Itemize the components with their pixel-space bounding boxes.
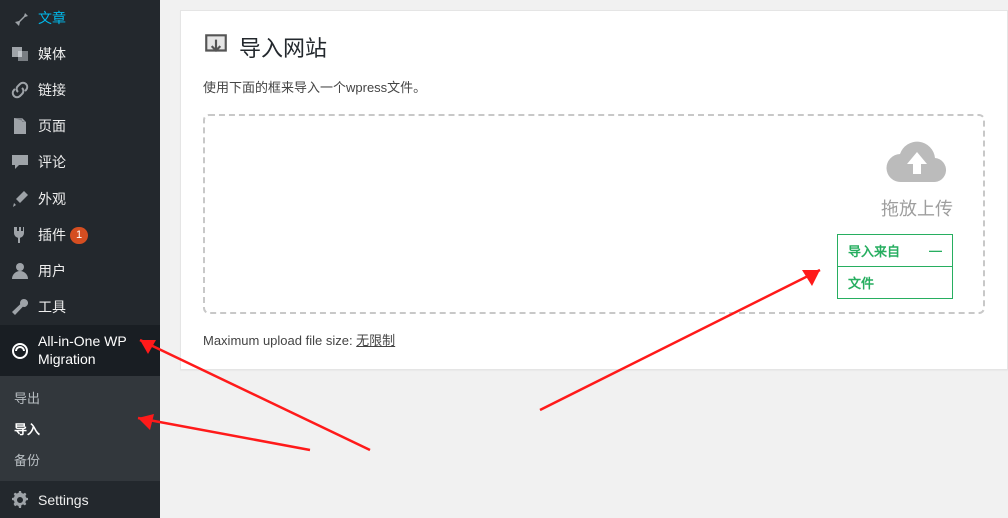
page-title-text: 导入网站 bbox=[239, 31, 327, 63]
import-from-label: 导入来自 bbox=[848, 241, 900, 260]
import-from-toggle[interactable]: 导入来自 — bbox=[838, 235, 952, 267]
sidebar-item-settings[interactable]: Settings bbox=[0, 482, 160, 518]
migration-icon bbox=[10, 341, 30, 361]
dropzone-label: 拖放上传 bbox=[881, 195, 953, 221]
sidebar-item-plugins[interactable]: 插件 1 bbox=[0, 217, 160, 253]
page-icon bbox=[10, 116, 30, 136]
sidebar-item-label: 文章 bbox=[38, 8, 66, 28]
main-content: 导入网站 使用下面的框来导入一个wpress文件。 拖放上传 导入来自 — 文件 bbox=[160, 0, 1008, 518]
sidebar-item-pages[interactable]: 页面 bbox=[0, 108, 160, 144]
submenu-export[interactable]: 导出 bbox=[0, 382, 160, 413]
sidebar-item-links[interactable]: 链接 bbox=[0, 72, 160, 108]
media-icon bbox=[10, 44, 30, 64]
page-title: 导入网站 bbox=[203, 31, 985, 63]
sidebar-item-ai1wm[interactable]: All-in-One WP Migration bbox=[0, 325, 160, 376]
sidebar-item-comments[interactable]: 评论 bbox=[0, 144, 160, 180]
sidebar-item-label: 外观 bbox=[38, 189, 66, 209]
cloud-upload-icon bbox=[881, 138, 953, 191]
sidebar-item-media[interactable]: 媒体 bbox=[0, 36, 160, 72]
import-panel: 导入网站 使用下面的框来导入一个wpress文件。 拖放上传 导入来自 — 文件 bbox=[180, 10, 1008, 370]
import-from-file[interactable]: 文件 bbox=[838, 267, 952, 298]
cog-icon bbox=[10, 490, 30, 510]
sidebar-item-users[interactable]: 用户 bbox=[0, 253, 160, 289]
minus-icon: — bbox=[929, 243, 942, 258]
sidebar-item-label: 工具 bbox=[38, 297, 66, 317]
max-upload-value: 无限制 bbox=[356, 333, 395, 348]
sidebar-item-label: All-in-One WP Migration bbox=[38, 333, 150, 368]
wrench-icon bbox=[10, 297, 30, 317]
import-title-icon bbox=[203, 31, 229, 63]
submenu-backups[interactable]: 备份 bbox=[0, 444, 160, 475]
sidebar-item-label: 用户 bbox=[38, 261, 66, 281]
sidebar-item-label: Settings bbox=[38, 492, 89, 508]
pin-icon bbox=[10, 8, 30, 28]
max-upload-prefix: Maximum upload file size: bbox=[203, 333, 356, 348]
import-dropzone[interactable]: 拖放上传 导入来自 — 文件 bbox=[203, 114, 985, 314]
sidebar-item-appearance[interactable]: 外观 bbox=[0, 181, 160, 217]
sidebar-item-label: 评论 bbox=[38, 152, 66, 172]
page-description: 使用下面的框来导入一个wpress文件。 bbox=[203, 77, 985, 96]
brush-icon bbox=[10, 189, 30, 209]
import-from-dropdown: 导入来自 — 文件 bbox=[837, 234, 953, 299]
link-icon bbox=[10, 80, 30, 100]
admin-sidebar: 文章 媒体 链接 页面 评论 外观 插件 1 bbox=[0, 0, 160, 518]
sidebar-item-tools[interactable]: 工具 bbox=[0, 289, 160, 325]
submenu-import[interactable]: 导入 bbox=[0, 413, 160, 444]
comment-icon bbox=[10, 152, 30, 172]
plug-icon bbox=[10, 225, 30, 245]
sidebar-item-label: 链接 bbox=[38, 80, 66, 100]
sidebar-item-posts[interactable]: 文章 bbox=[0, 0, 160, 36]
plugin-update-badge: 1 bbox=[70, 227, 88, 244]
user-icon bbox=[10, 261, 30, 281]
sidebar-item-label: 插件 bbox=[38, 225, 66, 245]
ai1wm-submenu: 导出 导入 备份 bbox=[0, 376, 160, 481]
max-upload-line: Maximum upload file size: 无限制 bbox=[203, 330, 985, 349]
sidebar-item-label: 媒体 bbox=[38, 44, 66, 64]
sidebar-item-label: 页面 bbox=[38, 116, 66, 136]
